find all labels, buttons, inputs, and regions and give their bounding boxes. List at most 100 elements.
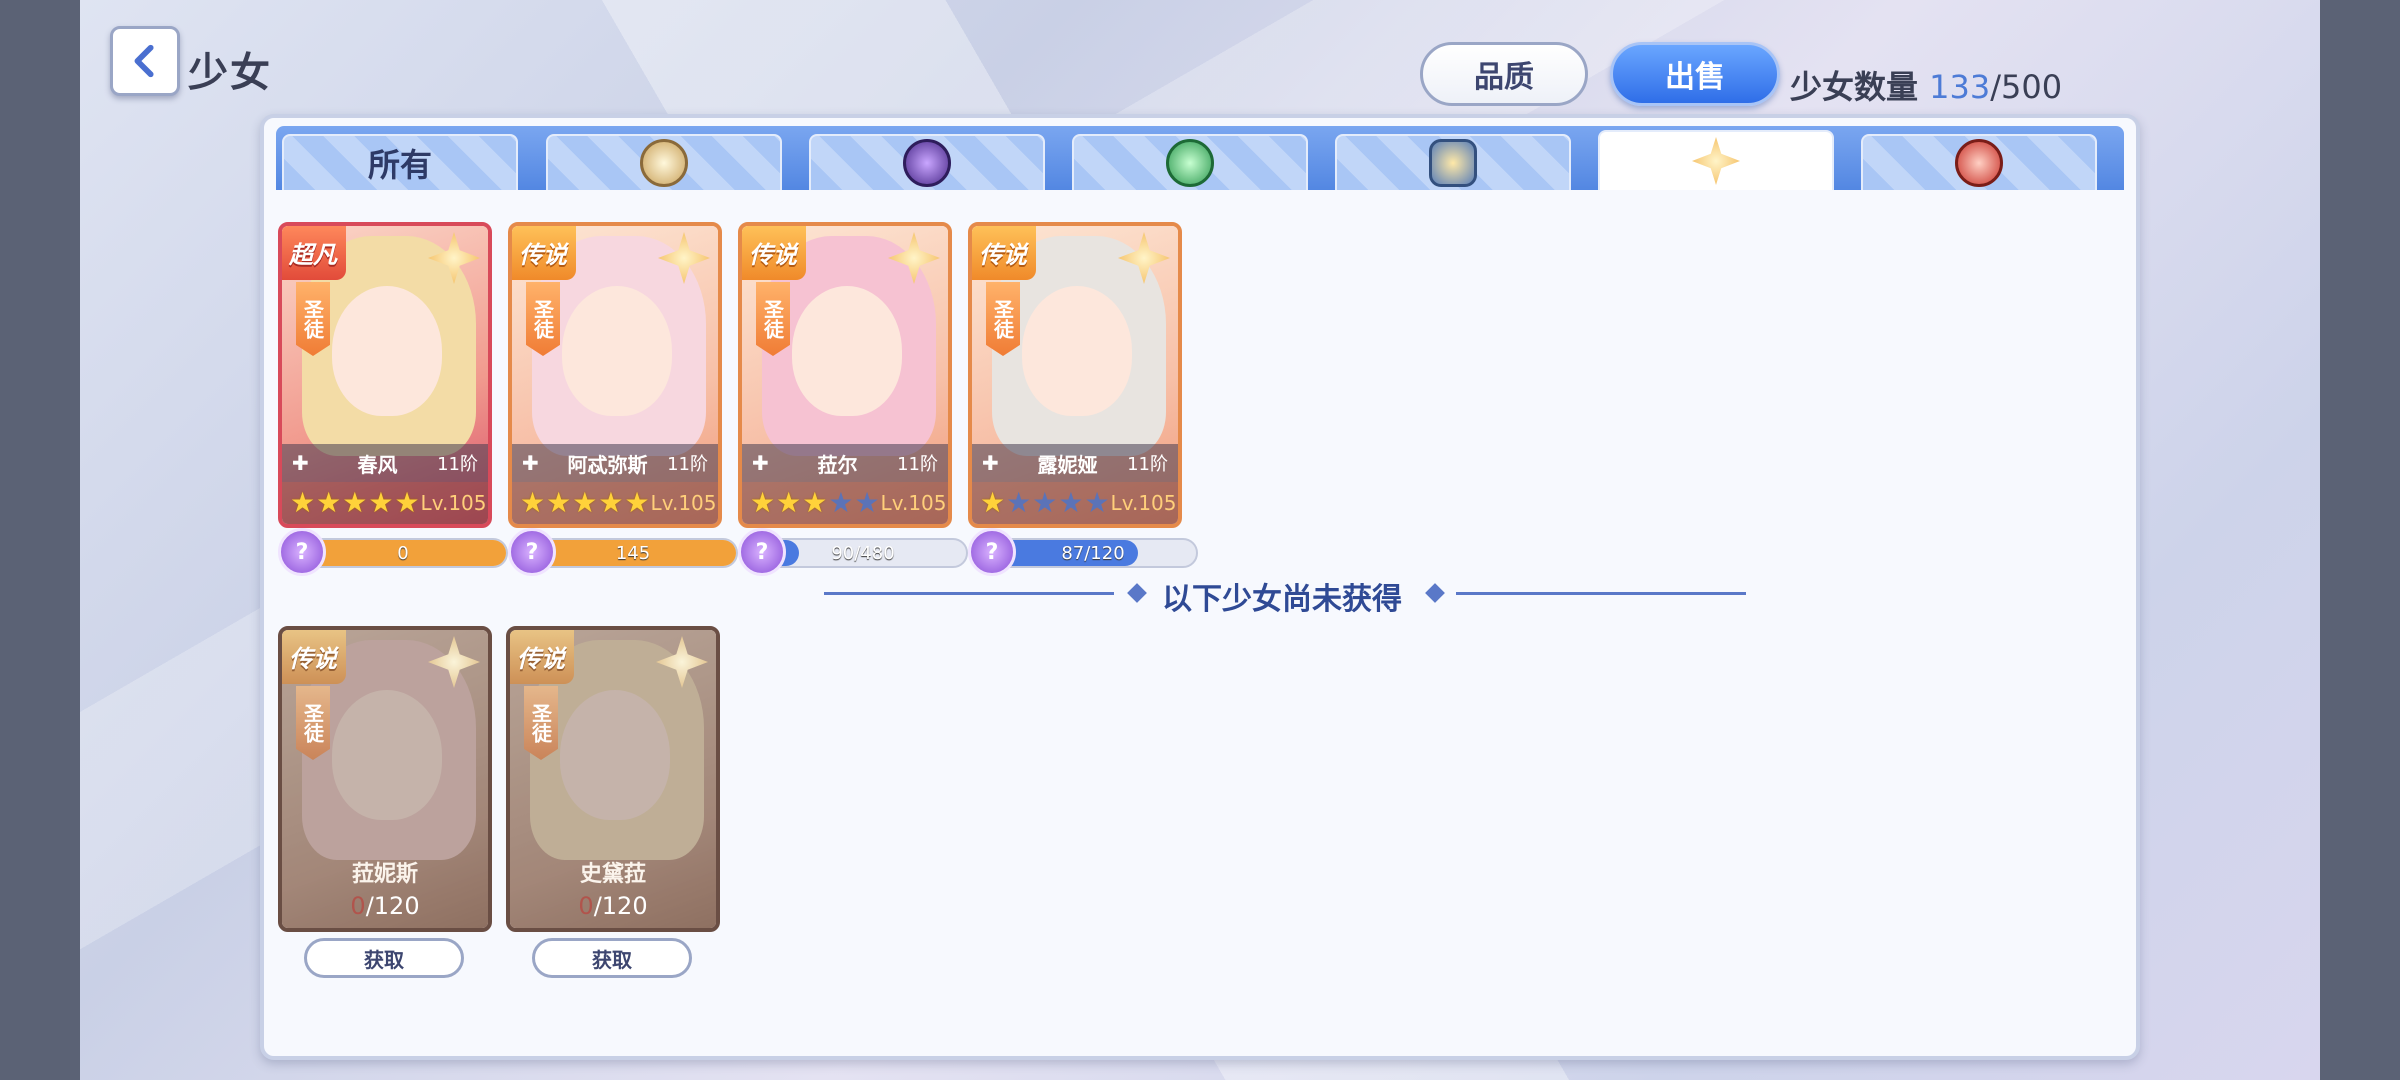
girl-count-current: 133: [1929, 68, 1991, 106]
class-badge: 圣徒: [526, 282, 560, 356]
locked-girl-card[interactable]: 传说 圣徒 菈妮斯 0/120: [278, 626, 492, 932]
star-icon: ★: [572, 486, 598, 519]
tab-light[interactable]: [546, 134, 782, 190]
job-icon: ✚: [522, 451, 539, 475]
obtain-button[interactable]: 获取: [532, 938, 692, 978]
shard-owned: 0: [350, 892, 366, 920]
star-icon: ★: [546, 486, 572, 519]
girl-name: 史黛菈: [579, 862, 646, 887]
shard-progress: 87/120: [988, 538, 1198, 568]
girl-card[interactable]: 超凡 圣徒 ✚ 春风 11阶 ★ ★ ★ ★ ★ Lv.105: [278, 222, 492, 528]
class-badge: 圣徒: [524, 686, 558, 760]
name-bar: ✚ 阿忒弥斯 11阶: [512, 444, 718, 482]
girl-name: 菈尔: [817, 452, 858, 477]
divider-diamond-right: [1425, 583, 1445, 603]
shard-count: 90/480: [831, 542, 895, 564]
star-icon: ★: [1084, 486, 1110, 519]
star-bar: ★ ★ ★ ★ ★ Lv.105: [282, 482, 488, 524]
back-button[interactable]: [110, 26, 180, 96]
girl-level: Lv.105: [650, 491, 717, 515]
star-icon: ★: [828, 486, 854, 519]
girl-stage: 11阶: [897, 454, 938, 475]
shard-count: 87/120: [1061, 542, 1125, 564]
girl-face: [792, 286, 902, 416]
girl-level: Lv.105: [880, 491, 947, 515]
rarity-badge: 传说: [510, 630, 574, 684]
star-icon: ★: [776, 486, 802, 519]
shard-progress-text: 0/120: [282, 892, 488, 920]
rarity-badge: 超凡: [282, 226, 346, 280]
class-badge: 圣徒: [756, 282, 790, 356]
star-bar: ★ ★ ★ ★ ★ Lv.105: [512, 482, 718, 524]
star-icon: ★: [624, 486, 650, 519]
star-icon: ★: [394, 486, 420, 519]
game-screen: 少女 品质 出售 少女数量 133/500 所有 超凡 圣徒 ✚ 春风 11阶 …: [80, 0, 2320, 1080]
girl-card[interactable]: 传说 圣徒 ✚ 菈尔 11阶 ★ ★ ★ ★ ★ Lv.105: [738, 222, 952, 528]
divider-line-right: [1456, 592, 1746, 595]
star-icon: ★: [598, 486, 624, 519]
shard-required: /120: [593, 892, 648, 920]
tab-holy[interactable]: [1598, 130, 1834, 190]
star-bar: ★ ★ ★ ★ ★ Lv.105: [742, 482, 948, 524]
girl-list-panel: 所有 超凡 圣徒 ✚ 春风 11阶 ★ ★ ★ ★ ★ Lv.105 0? 传说 圣徒 ✚ 阿忒弥斯 11阶 ★ ★: [260, 114, 2140, 1060]
divider-line-left: [824, 592, 1114, 595]
girl-card[interactable]: 传说 圣徒 ✚ 露妮娅 11阶 ★ ★ ★ ★ ★ Lv.105: [968, 222, 1182, 528]
girl-count: 少女数量 133/500: [1790, 62, 2062, 108]
tab-wind[interactable]: [1072, 134, 1308, 190]
girl-name: 露妮娅: [1037, 452, 1098, 477]
divider-diamond-left: [1127, 583, 1147, 603]
quality-filter-button[interactable]: 品质: [1420, 42, 1588, 106]
girl-name: 菈妮斯: [351, 862, 418, 887]
girl-face: [332, 286, 442, 416]
star-icon: ★: [520, 486, 546, 519]
girl-stage: 11阶: [667, 454, 708, 475]
shard-required: /120: [365, 892, 420, 920]
tab-earth[interactable]: [1335, 134, 1571, 190]
girl-card[interactable]: 传说 圣徒 ✚ 阿忒弥斯 11阶 ★ ★ ★ ★ ★ Lv.105: [508, 222, 722, 528]
tab-fire[interactable]: [1861, 134, 2097, 190]
earth-element-icon: [1429, 139, 1477, 187]
tab-all[interactable]: 所有: [282, 134, 518, 190]
shard-progress: 145: [528, 538, 738, 568]
obtain-button[interactable]: 获取: [304, 938, 464, 978]
rarity-badge: 传说: [282, 630, 346, 684]
star-icon: ★: [290, 486, 316, 519]
shard-progress-text: 0/120: [510, 892, 716, 920]
girl-stage: 11阶: [1127, 454, 1168, 475]
girl-count-max: /500: [1990, 68, 2063, 106]
fire-element-icon: [1955, 139, 2003, 187]
shard-icon: ?: [968, 528, 1016, 576]
star-bar: ★ ★ ★ ★ ★ Lv.105: [972, 482, 1178, 524]
shard-owned: 0: [578, 892, 594, 920]
job-icon: ✚: [292, 451, 309, 475]
job-icon: ✚: [982, 451, 999, 475]
rarity-badge: 传说: [742, 226, 806, 280]
tab-dark[interactable]: [809, 134, 1045, 190]
dark-element-icon: [903, 139, 951, 187]
star-icon: ★: [854, 486, 880, 519]
girl-level: Lv.105: [420, 491, 487, 515]
page-title: 少女: [188, 50, 272, 96]
locked-girl-card[interactable]: 传说 圣徒史黛菈 0/120: [506, 626, 720, 932]
shard-progress: 0: [298, 538, 508, 568]
tab-all-label: 所有: [367, 146, 432, 184]
shard-icon: ?: [278, 528, 326, 576]
star-icon: ★: [316, 486, 342, 519]
shard-icon: ?: [508, 528, 556, 576]
job-icon: ✚: [752, 451, 769, 475]
name-bar: ✚ 春风 11阶: [282, 444, 488, 482]
name-bar: ✚ 菈尔 11阶: [742, 444, 948, 482]
girl-name: 春风: [357, 452, 398, 477]
class-badge: 圣徒: [986, 282, 1020, 356]
star-icon: ★: [368, 486, 394, 519]
name-bar: ✚ 露妮娅 11阶: [972, 444, 1178, 482]
shard-icon: ?: [738, 528, 786, 576]
sell-button[interactable]: 出售: [1610, 42, 1780, 106]
girl-name: 阿忒弥斯: [567, 452, 648, 477]
star-icon: ★: [802, 486, 828, 519]
girl-face: [562, 286, 672, 416]
not-obtained-divider: 以下少女尚未获得: [1162, 582, 1402, 617]
shard-progress: 90/480: [758, 538, 968, 568]
star-icon: ★: [1032, 486, 1058, 519]
element-tabbar: 所有: [276, 126, 2124, 190]
